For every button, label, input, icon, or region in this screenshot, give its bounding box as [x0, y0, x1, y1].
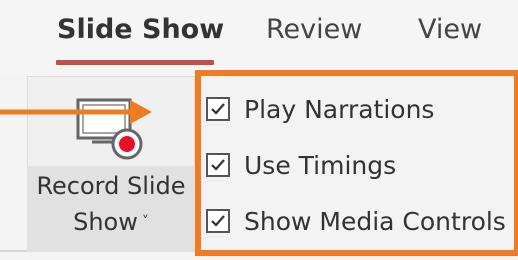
- ribbon-screenshot: Slide Show Review View Record Slide Show…: [0, 0, 518, 260]
- record-slide-show-label-line1: Record Slide: [36, 172, 186, 200]
- orange-arrow-annotation: [0, 100, 152, 124]
- show-media-controls-option[interactable]: Show Media Controls: [206, 204, 506, 238]
- tab-slide-show[interactable]: Slide Show: [57, 14, 224, 45]
- show-media-controls-label: Show Media Controls: [244, 206, 506, 236]
- tab-view[interactable]: View: [418, 14, 482, 45]
- use-timings-label: Use Timings: [244, 150, 397, 180]
- record-slide-show-label-text: Show: [73, 208, 138, 236]
- play-narrations-label: Play Narrations: [244, 94, 435, 124]
- use-timings-checkbox[interactable]: [206, 153, 230, 177]
- play-narrations-checkbox[interactable]: [206, 97, 230, 121]
- record-slide-show-label-line2: Show ˅: [27, 208, 195, 236]
- use-timings-option[interactable]: Use Timings: [206, 148, 396, 182]
- play-narrations-option[interactable]: Play Narrations: [206, 92, 434, 126]
- show-media-controls-checkbox[interactable]: [206, 209, 230, 233]
- active-tab-underline: [56, 60, 214, 65]
- chevron-down-icon[interactable]: ˅: [142, 214, 149, 230]
- tab-review[interactable]: Review: [266, 14, 362, 45]
